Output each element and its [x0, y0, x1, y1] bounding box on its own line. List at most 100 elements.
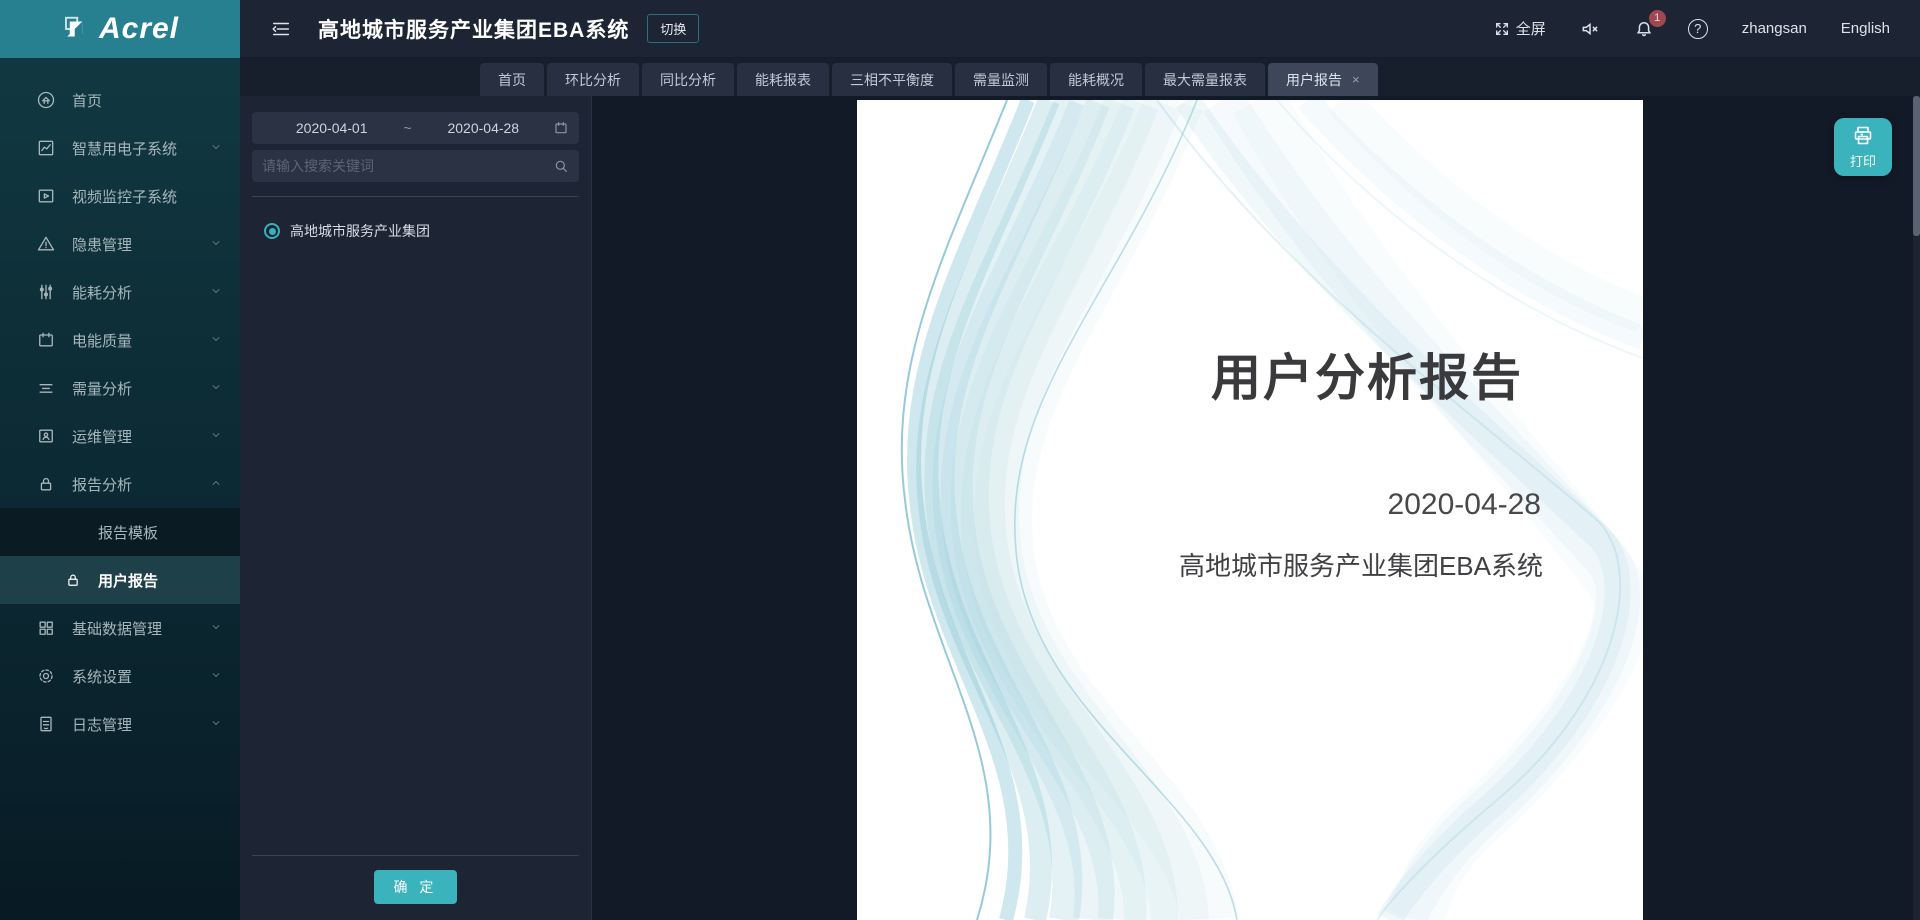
tab-close-icon[interactable]: × — [1352, 72, 1360, 87]
sidebar-item-user-report[interactable]: 用户报告 — [0, 556, 240, 604]
org-radio-option[interactable]: 高地城市服务产业集团 — [252, 221, 579, 241]
sidebar-item-ops-management[interactable]: 运维管理 — [0, 412, 240, 460]
sidebar-item-label: 需量分析 — [72, 378, 132, 399]
calendar-icon — [36, 330, 56, 350]
fullscreen-icon — [1494, 21, 1510, 37]
sidebar-item-power-quality[interactable]: 电能质量 — [0, 316, 240, 364]
sidebar-item-hazard[interactable]: 隐患管理 — [0, 220, 240, 268]
tab-energy-overview[interactable]: 能耗概况 — [1050, 63, 1142, 96]
log-icon — [36, 714, 56, 734]
confirm-button[interactable]: 确 定 — [374, 870, 458, 904]
radio-selected-icon[interactable] — [264, 223, 280, 239]
report-page: 用户分析报告 2020-04-28 高地城市服务产业集团EBA系统 — [857, 100, 1643, 920]
print-button[interactable]: 打印 — [1834, 118, 1892, 176]
sidebar-item-label: 电能质量 — [72, 330, 132, 351]
collapse-menu-icon[interactable] — [270, 18, 292, 40]
speaker-muted-icon — [1580, 19, 1600, 39]
tab-user-report[interactable]: 用户报告 × — [1268, 63, 1378, 96]
chevron-down-icon — [210, 333, 222, 345]
tab-demand-monitor[interactable]: 需量监测 — [955, 63, 1047, 96]
chevron-down-icon — [210, 717, 222, 729]
report-subtitle: 高地城市服务产业集团EBA系统 — [1179, 546, 1543, 583]
date-end[interactable]: 2020-04-28 — [414, 120, 553, 136]
sidebar-item-video[interactable]: 视频监控子系统 — [0, 172, 240, 220]
sidebar-item-energy-analysis[interactable]: 能耗分析 — [0, 268, 240, 316]
sidebar-item-home[interactable]: 首页 — [0, 76, 240, 124]
scrollbar-thumb[interactable] — [1913, 96, 1920, 236]
filter-panel: 2020-04-01 ~ 2020-04-28 高地城市服务产业集团 确 定 — [240, 96, 592, 920]
warning-icon — [36, 234, 56, 254]
sidebar-item-label: 用户报告 — [98, 570, 158, 591]
sidebar-item-log-management[interactable]: 日志管理 — [0, 700, 240, 748]
chevron-up-icon — [210, 477, 222, 489]
logo-text: Acrel — [99, 12, 179, 46]
search-icon[interactable] — [553, 158, 569, 174]
chevron-down-icon — [210, 669, 222, 681]
search-box — [252, 150, 579, 182]
mute-button[interactable] — [1580, 19, 1600, 39]
report-content: 用户分析报告 2020-04-28 高地城市服务产业集团EBA系统 打印 — [592, 96, 1920, 920]
report-title: 用户分析报告 — [1211, 338, 1523, 410]
list-lines-icon — [36, 378, 56, 398]
sidebar-item-label: 基础数据管理 — [72, 618, 162, 639]
sidebar-item-label: 能耗分析 — [72, 282, 132, 303]
sidebar-item-report-analysis[interactable]: 报告分析 — [0, 460, 240, 508]
tab-max-demand-report[interactable]: 最大需量报表 — [1145, 63, 1265, 96]
chevron-down-icon — [210, 285, 222, 297]
top-header: 高地城市服务产业集团EBA系统 切换 全屏 1 ? — [240, 0, 1920, 58]
sidebar-item-label: 报告模板 — [98, 522, 158, 543]
sidebar-item-report-template[interactable]: 报告模板 — [0, 508, 240, 556]
chart-icon — [36, 138, 56, 158]
notifications-button[interactable]: 1 — [1634, 19, 1654, 39]
sidebar-item-label: 日志管理 — [72, 714, 132, 735]
username[interactable]: zhangsan — [1742, 20, 1807, 37]
date-start[interactable]: 2020-04-01 — [262, 120, 401, 136]
chevron-down-icon — [210, 381, 222, 393]
sliders-icon — [36, 282, 56, 302]
sidebar-item-label: 首页 — [72, 90, 102, 111]
scrollbar[interactable] — [1913, 96, 1920, 920]
search-input[interactable] — [262, 158, 553, 174]
logo: Acrel — [0, 0, 240, 58]
chevron-down-icon — [210, 237, 222, 249]
grid-icon — [36, 618, 56, 638]
sidebar-item-label: 系统设置 — [72, 666, 132, 687]
tab-home[interactable]: 首页 — [480, 63, 544, 96]
fullscreen-label: 全屏 — [1516, 18, 1546, 39]
page-title: 高地城市服务产业集团EBA系统 — [318, 14, 629, 44]
language-toggle[interactable]: English — [1841, 20, 1890, 37]
video-icon — [36, 186, 56, 206]
sidebar-item-label: 运维管理 — [72, 426, 132, 447]
report-date: 2020-04-28 — [1388, 488, 1541, 522]
fullscreen-button[interactable]: 全屏 — [1494, 18, 1546, 39]
panel-footer: 确 定 — [252, 855, 579, 920]
sidebar-menu: 首页 智慧用电子系统 视频监控子系统 隐患管理 能耗 — [0, 58, 240, 920]
panel-divider — [252, 196, 579, 197]
chevron-down-icon — [210, 621, 222, 633]
print-label: 打印 — [1850, 151, 1876, 170]
tab-mom-analysis[interactable]: 环比分析 — [547, 63, 639, 96]
tab-phase-imbalance[interactable]: 三相不平衡度 — [832, 63, 952, 96]
tab-yoy-analysis[interactable]: 同比分析 — [642, 63, 734, 96]
tab-energy-report[interactable]: 能耗报表 — [737, 63, 829, 96]
sidebar-item-label: 视频监控子系统 — [72, 186, 177, 207]
sidebar: Acrel 首页 智慧用电子系统 视频监控子系统 隐患管理 — [0, 0, 240, 920]
sidebar-item-demand-analysis[interactable]: 需量分析 — [0, 364, 240, 412]
help-button[interactable]: ? — [1688, 19, 1708, 39]
sidebar-item-basic-data[interactable]: 基础数据管理 — [0, 604, 240, 652]
acrel-logo-icon — [61, 14, 91, 44]
lock-icon — [64, 571, 82, 589]
switch-button[interactable]: 切换 — [647, 14, 699, 43]
help-icon: ? — [1688, 19, 1708, 39]
sidebar-item-smart-power[interactable]: 智慧用电子系统 — [0, 124, 240, 172]
calendar-icon — [553, 120, 569, 136]
operator-icon — [36, 426, 56, 446]
sidebar-item-label: 报告分析 — [72, 474, 132, 495]
sidebar-item-label: 隐患管理 — [72, 234, 132, 255]
sidebar-item-settings[interactable]: 系统设置 — [0, 652, 240, 700]
date-separator: ~ — [401, 120, 413, 136]
date-range-picker[interactable]: 2020-04-01 ~ 2020-04-28 — [252, 112, 579, 144]
gear-icon — [36, 666, 56, 686]
lock-icon — [36, 474, 56, 494]
file-icon — [64, 523, 82, 541]
